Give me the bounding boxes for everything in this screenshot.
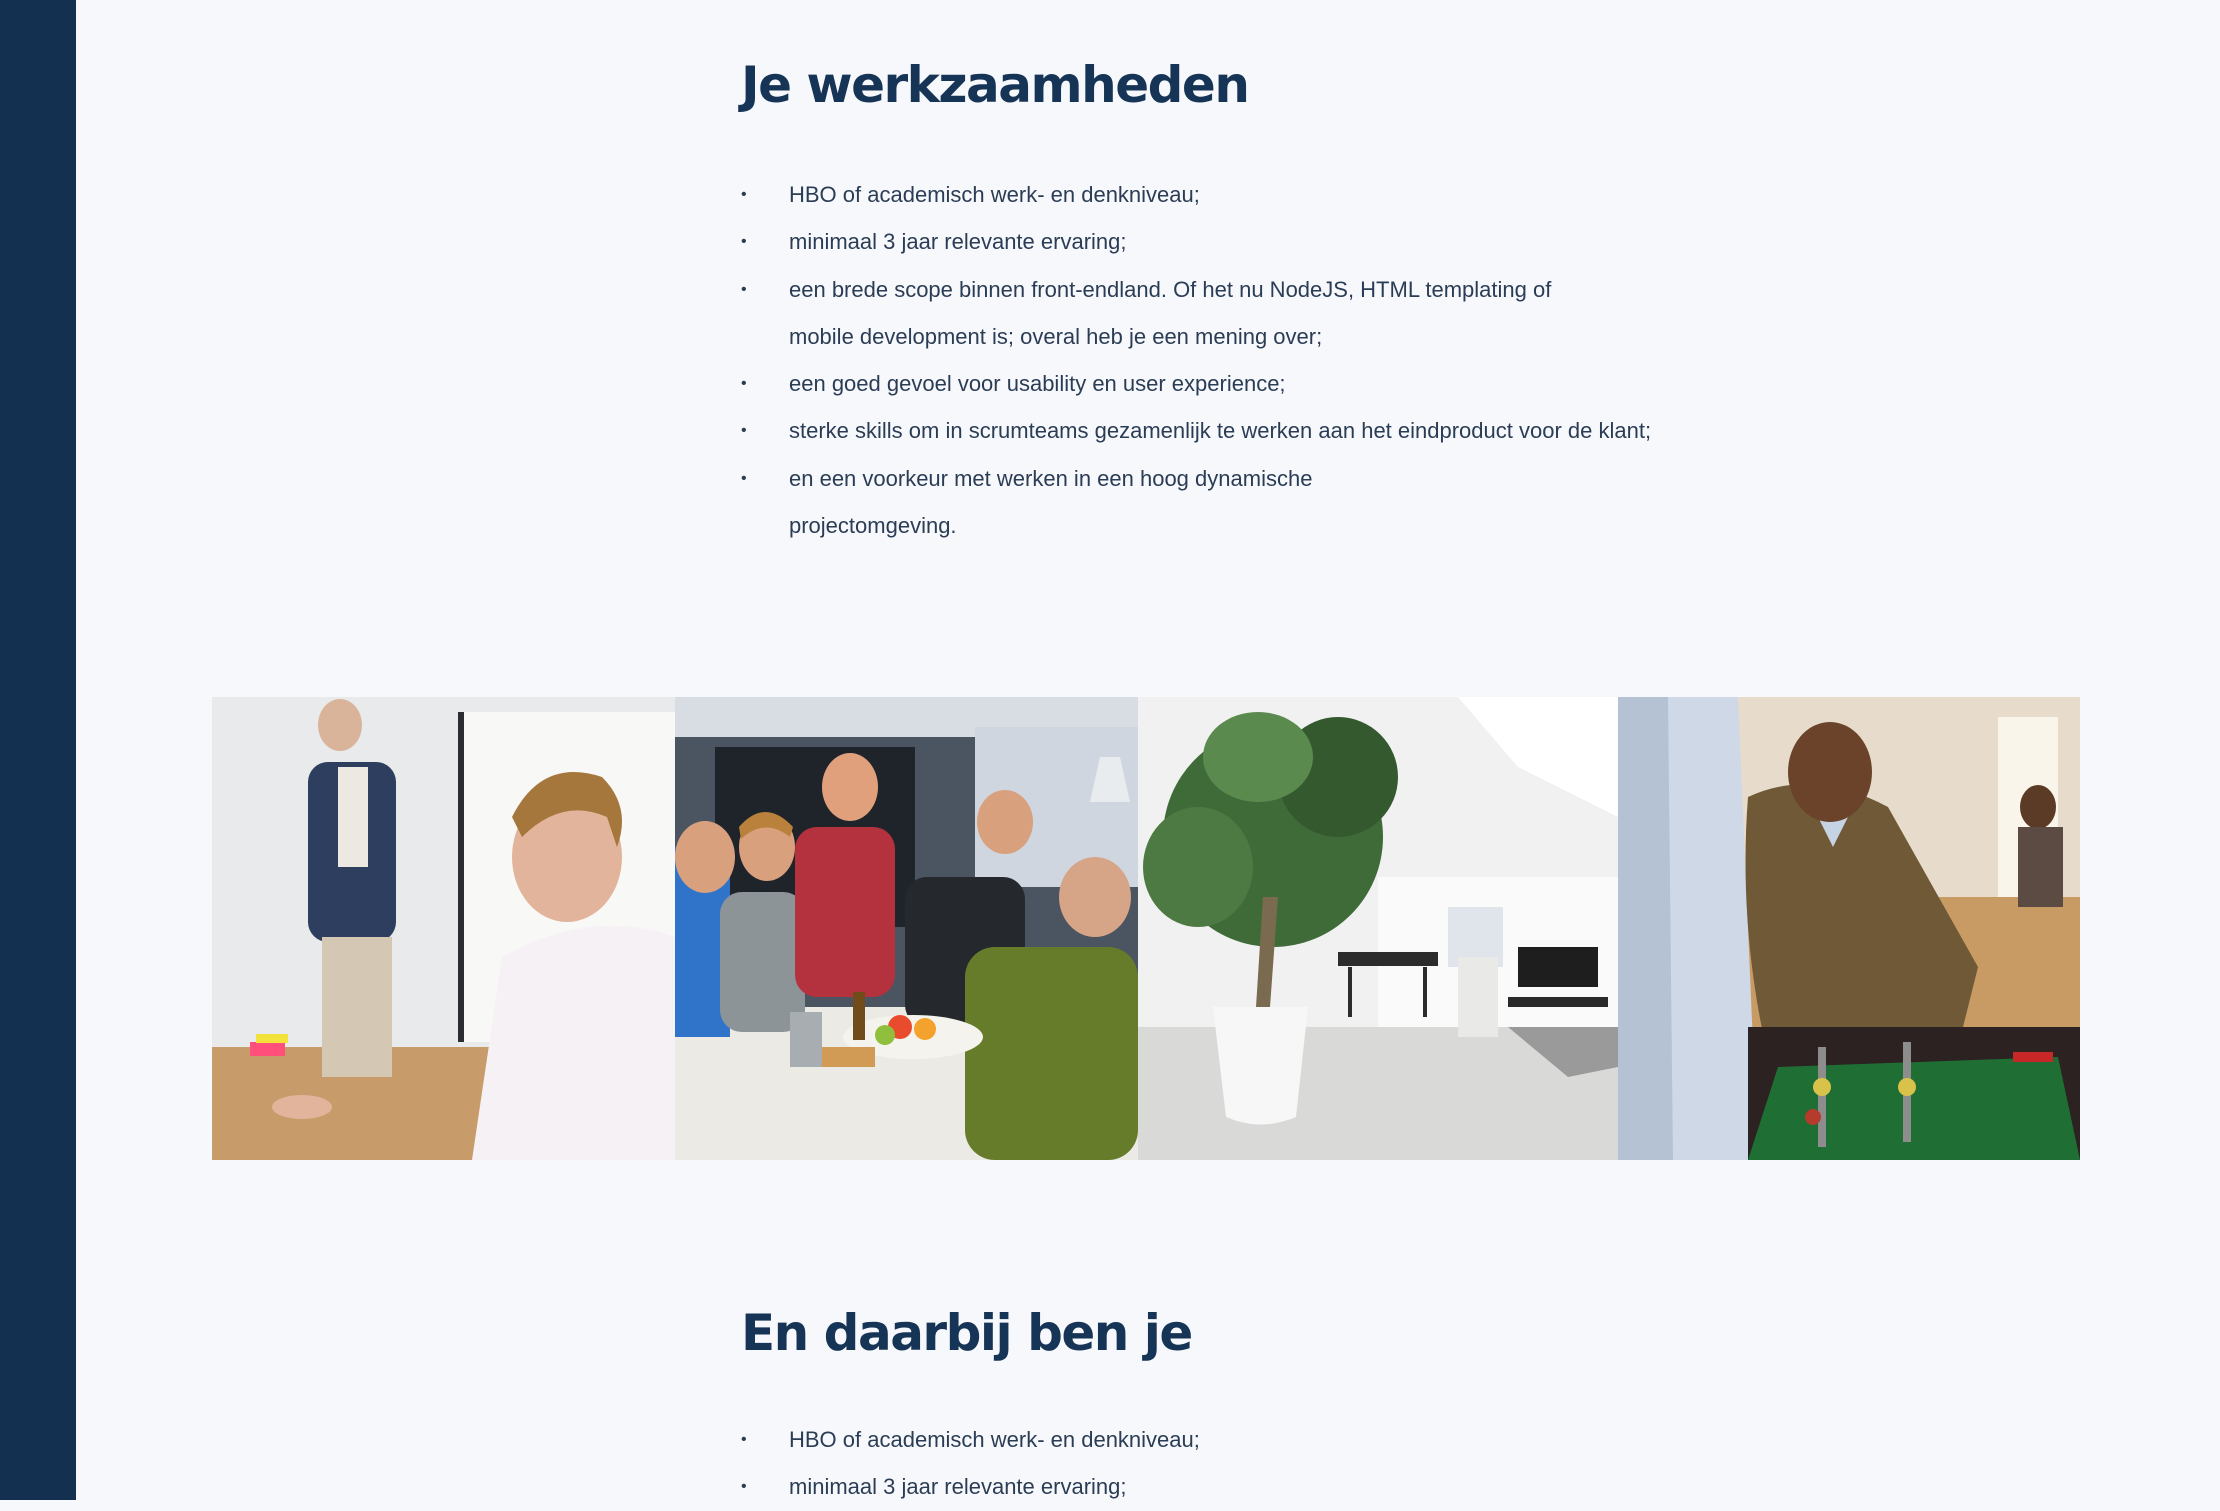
- bullet-icon: •: [741, 422, 747, 440]
- bullet-icon: •: [741, 186, 747, 203]
- list-item: • HBO of academisch werk- en denkniveau;: [741, 1416, 1289, 1463]
- list-item-text: en een voorkeur met werken in een hoog d…: [789, 465, 1313, 539]
- section-je-werkzaamheden: Je werkzaamheden • HBO of academisch werk…: [741, 55, 1651, 550]
- list-item-text: minimaal 3 jaar relevante ervaring;: [789, 1474, 1127, 1500]
- profile-list: • HBO of academisch werk- en denkniveau; …: [741, 1416, 1641, 1511]
- list-item-text: HBO of academisch werk- en denkniveau;: [789, 182, 1200, 207]
- list-item-text: een goed gevoel voor usability en user e…: [789, 371, 1286, 397]
- list-item: • sterke skills om in scrumteams gezamenl…: [741, 407, 1669, 454]
- bullet-icon: •: [741, 375, 747, 393]
- list-item-text: minimaal 3 jaar relevante ervaring;: [789, 229, 1127, 255]
- bullet-icon: •: [741, 280, 747, 298]
- presentation-meeting-photo: [212, 697, 675, 1160]
- requirements-list: • HBO of academisch werk- en denkniveau; …: [741, 171, 1651, 550]
- foosball-photo: [1618, 697, 2080, 1160]
- list-item-text: sterke skills om in scrumteams gezamenli…: [789, 418, 1652, 444]
- list-item: • en een voorkeur met werken in een hoog …: [741, 455, 1369, 550]
- office-plant-photo: [1138, 697, 1618, 1160]
- bullet-icon: •: [741, 1431, 747, 1448]
- section-title: En daarbij ben je: [741, 1304, 1193, 1362]
- bullet-icon: •: [741, 233, 747, 251]
- left-sidebar-stripe: [0, 0, 76, 1500]
- list-item: • een brede scope binnen front-endland. O…: [741, 266, 1609, 361]
- section-en-daarbij-ben-je: En daarbij ben je • HBO of academisch wer…: [741, 1303, 1641, 1511]
- photo-gallery: [212, 697, 2080, 1160]
- list-item: • een goed gevoel voor usability en user …: [741, 360, 1609, 407]
- bullet-icon: •: [741, 469, 747, 487]
- list-item: • minimaal 3 jaar relevante ervaring;: [741, 1463, 1289, 1510]
- team-drinks-photo: [675, 697, 1138, 1160]
- list-item-text: HBO of academisch werk- en denkniveau;: [789, 1427, 1200, 1452]
- section-title: Je werkzaamheden: [741, 56, 1250, 114]
- list-item-text: een brede scope binnen front-endland. Of…: [789, 276, 1552, 349]
- list-item: • HBO of academisch werk- en denkniveau;: [741, 171, 1289, 218]
- bullet-icon: •: [741, 1478, 747, 1496]
- list-item: • minimaal 3 jaar relevante ervaring;: [741, 218, 1289, 265]
